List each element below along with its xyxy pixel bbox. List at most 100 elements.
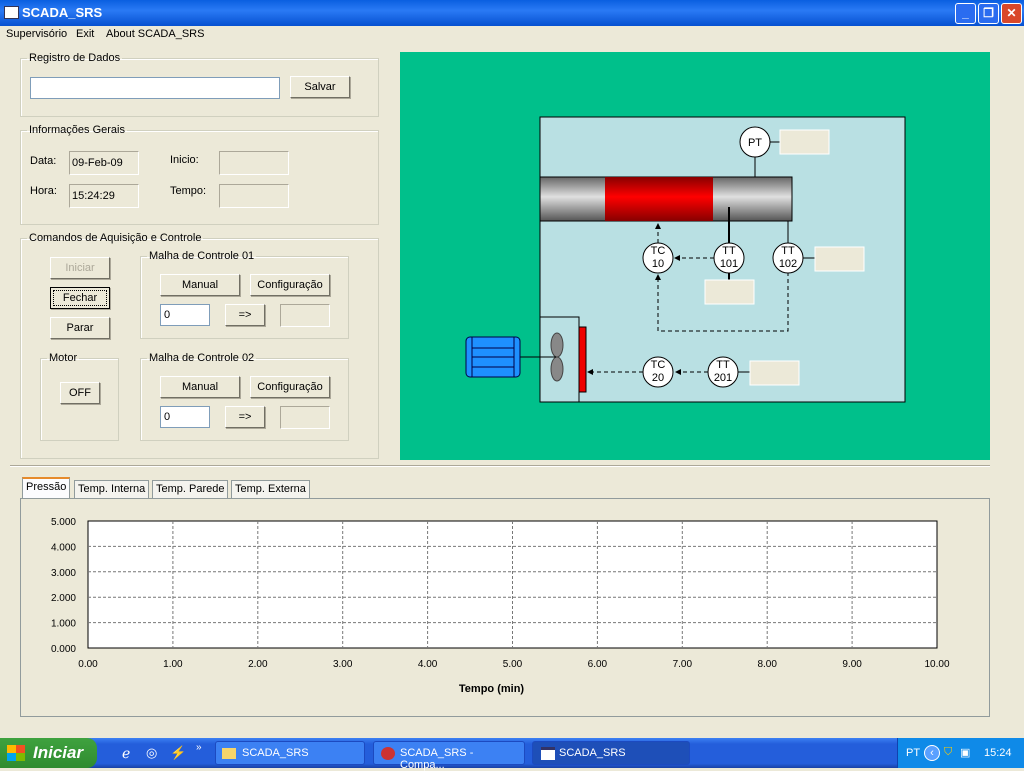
windows-logo-icon <box>7 745 25 761</box>
x-tick-label: 10.00 <box>924 659 949 670</box>
malha1-legend: Malha de Controle 01 <box>149 250 255 262</box>
malha2-legend: Malha de Controle 02 <box>149 352 255 364</box>
malha2-config-button[interactable]: Configuração <box>250 376 330 398</box>
motor-legend: Motor <box>49 352 78 364</box>
malha2-manual-button[interactable]: Manual <box>160 376 240 398</box>
instrument-tc10[interactable]: TC10 <box>642 242 674 274</box>
tab-temp-externa[interactable]: Temp. Externa <box>231 480 310 499</box>
x-tick-label: 9.00 <box>842 659 862 670</box>
title-bar: SCADA_SRS _ ❐ ✕ <box>0 0 1024 26</box>
motor-icon <box>465 336 521 378</box>
svg-text:20: 20 <box>652 372 664 384</box>
shield-icon[interactable]: ⛉ <box>944 746 952 759</box>
x-tick-label: 0.00 <box>78 659 98 670</box>
instrument-pt[interactable]: PT <box>739 126 771 158</box>
tray-expand-icon[interactable]: ‹ <box>924 745 940 761</box>
salvar-button[interactable]: Salvar <box>290 76 350 98</box>
svg-text:TT: TT <box>716 359 730 371</box>
x-axis-label: Tempo (min) <box>459 683 525 695</box>
media-icon[interactable]: ◎ <box>146 745 157 761</box>
svg-text:201: 201 <box>714 372 732 384</box>
close-button[interactable]: ✕ <box>1001 3 1022 24</box>
x-tick-label: 3.00 <box>333 659 353 670</box>
menu-about[interactable]: About SCADA_SRS <box>106 28 204 40</box>
svg-text:10: 10 <box>652 258 664 270</box>
folder-icon <box>222 748 236 759</box>
inicio-value <box>219 151 289 175</box>
task-scada-active[interactable]: SCADA_SRS <box>532 741 690 765</box>
chevron-icon[interactable]: » <box>196 742 202 753</box>
hora-label: Hora: <box>30 185 57 197</box>
parar-button[interactable]: Parar <box>50 317 110 339</box>
malha1-send-button[interactable]: => <box>225 304 265 326</box>
x-tick-label: 6.00 <box>588 659 608 670</box>
inicio-label: Inicio: <box>170 154 199 166</box>
clock: 15:24 <box>984 747 1012 759</box>
motor-off-button[interactable]: OFF <box>60 382 100 404</box>
task-scada-compa[interactable]: SCADA_SRS - Compa... <box>373 741 525 771</box>
window-icon <box>541 747 555 760</box>
data-value: 09-Feb-09 <box>69 151 139 175</box>
app-icon <box>4 6 19 19</box>
svg-text:TT: TT <box>722 245 736 257</box>
registro-legend: Registro de Dados <box>29 52 121 64</box>
chart-panel: 0.00 1.00 2.00 3.00 4.00 5.00 6.00 7.00 8.00 9.00… <box>20 498 990 717</box>
pt-readout <box>779 129 830 155</box>
taskbar: Iniciar ℯ ◎ ⚡ » SCADA_SRS SCADA_SRS - Co… <box>0 738 1024 771</box>
language-indicator[interactable]: PT <box>906 747 920 759</box>
instrument-tt102[interactable]: TT102 <box>772 242 804 274</box>
app-icon <box>381 747 395 760</box>
malha1-manual-button[interactable]: Manual <box>160 274 240 296</box>
x-tick-label: 8.00 <box>757 659 777 670</box>
task-folder-scada[interactable]: SCADA_SRS <box>215 741 365 765</box>
app-quicklaunch-icon[interactable]: ⚡ <box>170 745 186 761</box>
fechar-button[interactable]: Fechar <box>50 287 110 309</box>
network-icon[interactable]: ▣ <box>960 746 970 759</box>
ie-icon[interactable]: ℯ <box>122 745 130 762</box>
heater-section <box>605 177 713 221</box>
x-tick-label: 1.00 <box>163 659 183 670</box>
instrument-tt201[interactable]: TT201 <box>707 356 739 388</box>
malha2-setpoint-input[interactable] <box>160 406 210 428</box>
fan-icon <box>550 332 564 358</box>
tt101-readout <box>704 279 755 305</box>
tab-temp-parede[interactable]: Temp. Parede <box>152 480 229 499</box>
x-tick-label: 7.00 <box>673 659 693 670</box>
x-tick-label: 5.00 <box>503 659 523 670</box>
start-label: Iniciar <box>33 743 84 762</box>
y-tick-label: 4.000 <box>51 542 76 553</box>
y-tick-label: 1.000 <box>51 619 76 630</box>
tt201-readout <box>749 360 800 386</box>
maximize-button[interactable]: ❐ <box>978 3 999 24</box>
menu-supervisorio[interactable]: Supervisório <box>6 28 67 40</box>
tempo-value <box>219 184 289 208</box>
svg-text:101: 101 <box>720 258 738 270</box>
svg-text:PT: PT <box>748 137 762 149</box>
svg-text:TC: TC <box>651 359 666 371</box>
data-label: Data: <box>30 155 57 167</box>
info-legend: Informações Gerais <box>29 124 125 136</box>
separator <box>10 465 990 467</box>
svg-text:102: 102 <box>779 258 797 270</box>
tt102-readout <box>814 246 865 272</box>
malha2-send-button[interactable]: => <box>225 406 265 428</box>
window-title: SCADA_SRS <box>22 5 103 20</box>
instrument-tc20[interactable]: TC20 <box>642 356 674 388</box>
tab-pressao[interactable]: Pressão <box>22 477 71 499</box>
process-diagram: PT TC 10 TT 101 TT 102 TC 20 TT 201 <box>400 52 990 460</box>
tab-temp-interna[interactable]: Temp. Interna <box>74 480 150 499</box>
malha1-config-button[interactable]: Configuração <box>250 274 330 296</box>
tempo-label: Tempo: <box>170 185 207 197</box>
malha1-output <box>280 304 330 327</box>
iniciar-button[interactable]: Iniciar <box>50 257 110 279</box>
comandos-legend: Comandos de Aquisição e Controle <box>29 232 202 244</box>
registro-input[interactable] <box>30 77 280 99</box>
malha1-setpoint-input[interactable] <box>160 304 210 326</box>
menu-exit[interactable]: Exit <box>76 28 94 40</box>
y-tick-label: 2.000 <box>51 593 76 604</box>
menu-bar: Supervisório Exit About SCADA_SRS <box>0 26 1024 44</box>
svg-text:TT: TT <box>781 245 795 257</box>
system-tray: PT ‹ ⛉ ▣ 15:24 <box>897 738 1024 768</box>
instrument-tt101[interactable]: TT101 <box>713 242 745 274</box>
minimize-button[interactable]: _ <box>955 3 976 24</box>
